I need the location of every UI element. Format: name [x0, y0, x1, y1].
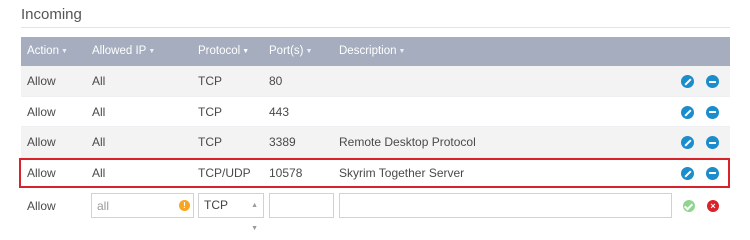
rule-protocol: TCP	[198, 74, 222, 88]
rule-port: 80	[269, 74, 283, 88]
rule-port: 10578	[269, 165, 303, 180]
rule-description: Skyrim Together Server	[339, 165, 465, 180]
column-header-action[interactable]: Action ▼	[27, 37, 68, 66]
rule-action: Allow	[27, 165, 56, 180]
remove-icon[interactable]	[706, 75, 719, 88]
rule-port: 3389	[269, 135, 296, 149]
port-input[interactable]	[269, 193, 334, 218]
edit-icon[interactable]	[681, 166, 694, 180]
sort-caret-icon: ▼	[148, 48, 156, 55]
table-header: Action ▼ Allowed IP ▼ Protocol ▼ Port(s) ▼ D…	[21, 37, 730, 66]
rule-description: Remote Desktop Protocol	[339, 135, 476, 149]
select-caret-icon: ▲ ▼	[251, 202, 258, 232]
rule-action: Allow	[27, 104, 56, 119]
cancel-icon[interactable]: ×	[707, 200, 719, 212]
rule-action: Allow	[27, 135, 56, 149]
rule-protocol: TCP	[198, 104, 222, 119]
rule-allowed-ip: All	[92, 74, 106, 88]
column-header-allowed-ip[interactable]: Allowed IP ▼	[92, 37, 155, 66]
column-header-ports[interactable]: Port(s) ▼	[269, 37, 312, 66]
confirm-icon[interactable]	[683, 200, 695, 212]
table-row: Allow All TCP/UDP 10578 Skyrim Together …	[21, 158, 730, 188]
sort-caret-icon: ▼	[242, 48, 250, 55]
edit-icon[interactable]	[681, 75, 694, 88]
edit-icon[interactable]	[681, 105, 694, 119]
rule-protocol: TCP/UDP	[198, 165, 251, 180]
rule-allowed-ip: All	[92, 135, 106, 149]
rule-allowed-ip: All	[92, 165, 106, 180]
rule-action: Allow	[27, 74, 56, 88]
remove-icon[interactable]	[706, 166, 719, 180]
new-rule-row: Allow ! TCP ▲▼ ×	[21, 188, 730, 232]
remove-icon[interactable]	[706, 105, 719, 119]
description-input[interactable]	[339, 193, 672, 218]
warning-icon: !	[179, 200, 190, 211]
table-row: Allow All TCP 443	[21, 97, 730, 127]
protocol-select[interactable]: TCP ▲ ▼	[198, 193, 264, 232]
new-rule-action: Allow	[27, 199, 56, 213]
table-row: Allow All TCP 80	[21, 66, 730, 97]
rule-allowed-ip: All	[92, 104, 106, 119]
edit-icon[interactable]	[681, 136, 694, 149]
column-header-description[interactable]: Description ▼	[339, 37, 405, 66]
sort-caret-icon: ▼	[398, 48, 406, 55]
panel-title: Incoming	[21, 6, 82, 23]
table-row: Allow All TCP 3389 Remote Desktop Protoc…	[21, 127, 730, 158]
sort-caret-icon: ▼	[305, 48, 313, 55]
incoming-rules-table: Action ▼ Allowed IP ▼ Protocol ▼ Port(s) ▼ D…	[19, 37, 730, 232]
rule-port: 443	[269, 104, 290, 119]
column-header-protocol[interactable]: Protocol ▼	[198, 37, 249, 66]
rule-protocol: TCP	[198, 135, 222, 149]
title-divider	[21, 27, 730, 28]
sort-caret-icon: ▼	[60, 48, 68, 55]
remove-icon[interactable]	[706, 136, 719, 149]
